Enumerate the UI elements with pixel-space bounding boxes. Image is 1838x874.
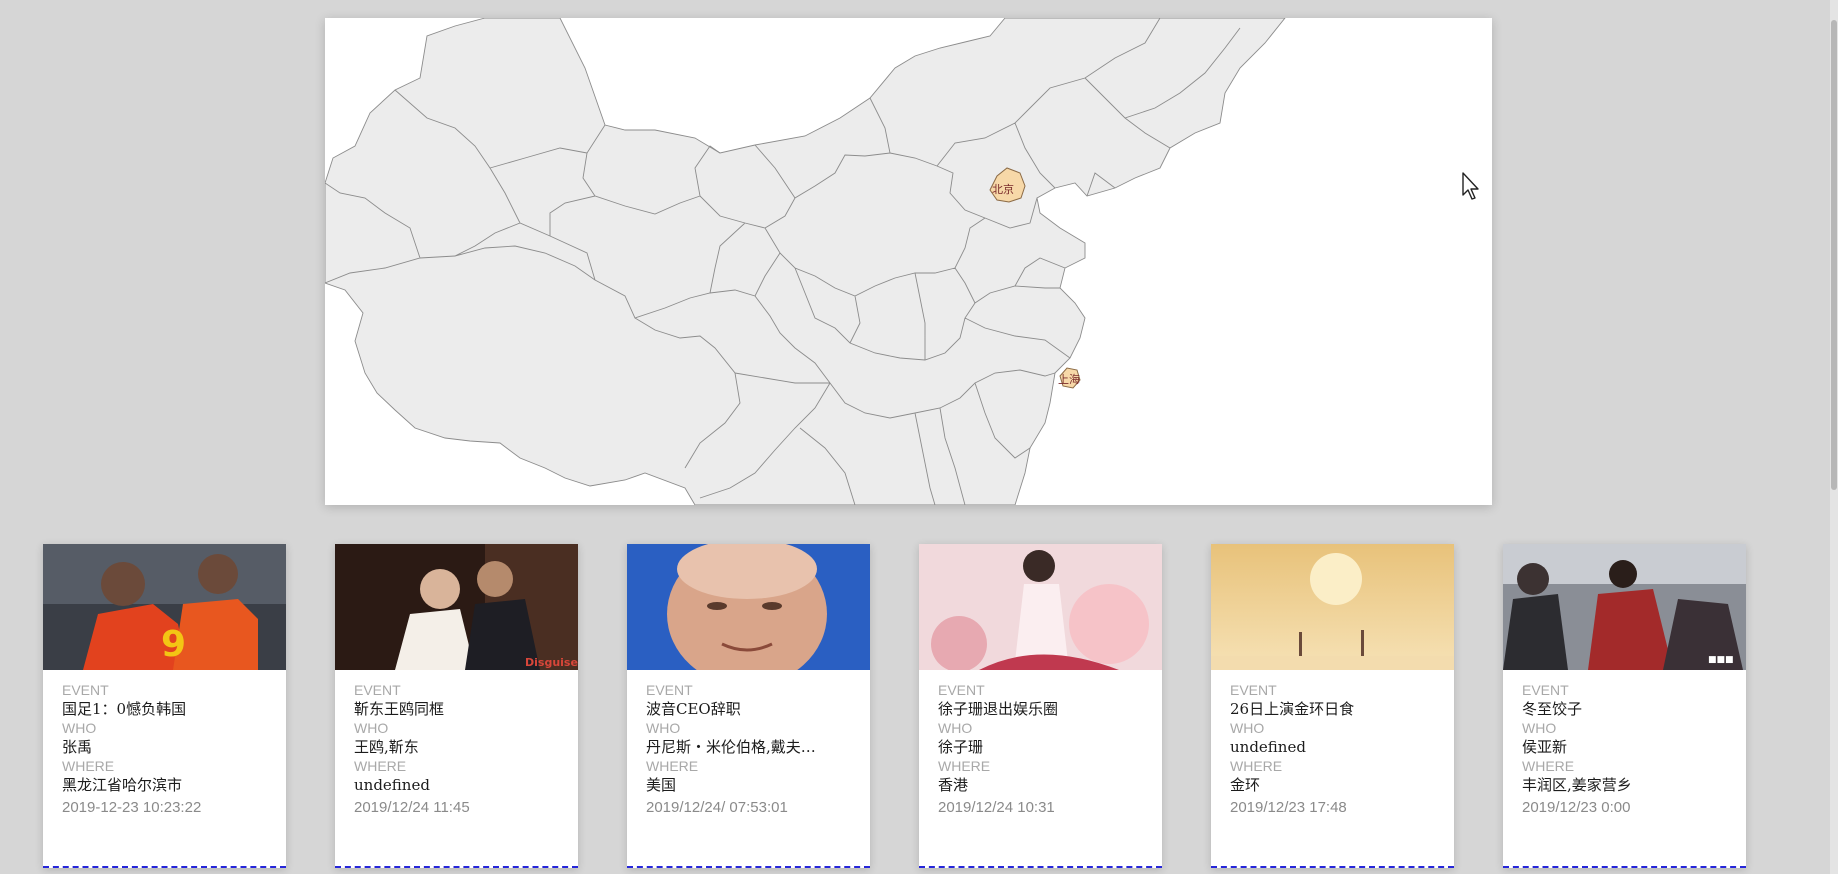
mouse-cursor-icon — [1462, 172, 1479, 200]
event-card[interactable]: 9 EVENT 国足1：0憾负韩国 WHO 张禹 WHERE 黑龙江省哈尔滨市 … — [43, 544, 286, 868]
where-label: WHERE — [354, 758, 407, 774]
card-image-woman — [919, 544, 1162, 670]
event-label: EVENT — [1230, 682, 1277, 698]
event-label: EVENT — [646, 682, 693, 698]
who-label: WHO — [62, 720, 97, 736]
who-value: 王鸥,靳东 — [354, 738, 419, 756]
who-label: WHO — [354, 720, 389, 736]
who-label: WHO — [938, 720, 973, 736]
shanghai-label: 上海 — [1058, 372, 1080, 386]
svg-text:Disguiser: Disguiser — [525, 656, 578, 669]
who-label: WHO — [1230, 720, 1265, 736]
where-value: 香港 — [938, 776, 969, 794]
china-map-svg: 北京 上海 — [325, 18, 1286, 505]
who-label: WHO — [1522, 720, 1557, 736]
svg-text:9: 9 — [161, 624, 186, 665]
event-label: EVENT — [1522, 682, 1569, 698]
event-title: 波音CEO辞职 — [646, 700, 741, 718]
event-label: EVENT — [62, 682, 109, 698]
beijing-label: 北京 — [992, 182, 1014, 196]
where-value: undefined — [354, 776, 430, 794]
event-card-list: 9 EVENT 国足1：0憾负韩国 WHO 张禹 WHERE 黑龙江省哈尔滨市 … — [0, 544, 1838, 874]
event-card[interactable]: EVENT 徐子珊退出娱乐圈 WHO 徐子珊 WHERE 香港 2019/12/… — [919, 544, 1162, 868]
who-value: 丹尼斯・米伦伯格,戴夫… — [646, 738, 816, 756]
who-value: 侯亚新 — [1522, 738, 1568, 756]
event-time: 2019/12/24 11:45 — [354, 799, 470, 816]
where-value: 黑龙江省哈尔滨市 — [62, 776, 183, 794]
event-title: 冬至饺子 — [1522, 700, 1583, 718]
event-time: 2019/12/24 10:31 — [938, 799, 1055, 816]
event-title: 徐子珊退出娱乐圈 — [938, 700, 1059, 718]
event-title: 国足1：0憾负韩国 — [62, 700, 187, 718]
event-title: 26日上演金环日食 — [1230, 700, 1355, 718]
where-value: 丰润区,姜家营乡 — [1522, 776, 1632, 794]
where-label: WHERE — [62, 758, 115, 774]
card-image-portrait — [627, 544, 870, 670]
event-title: 靳东王鸥同框 — [354, 700, 445, 718]
where-label: WHERE — [1522, 758, 1575, 774]
who-value: 张禹 — [62, 738, 93, 756]
event-card[interactable]: EVENT 26日上演金环日食 WHO undefined WHERE 金环 2… — [1211, 544, 1454, 868]
event-card[interactable]: EVENT 波音CEO辞职 WHO 丹尼斯・米伦伯格,戴夫… WHERE 美国 … — [627, 544, 870, 868]
where-label: WHERE — [646, 758, 699, 774]
where-label: WHERE — [1230, 758, 1283, 774]
china-map[interactable]: 北京 上海 — [325, 18, 1492, 505]
card-image-wedding: Disguiser — [335, 544, 578, 670]
event-label: EVENT — [938, 682, 985, 698]
where-value: 美国 — [646, 776, 677, 794]
card-image-footballers: 9 — [43, 544, 286, 670]
where-value: 金环 — [1230, 776, 1261, 794]
event-card[interactable]: Disguiser EVENT 靳东王鸥同框 WHO 王鸥,靳东 WHERE u… — [335, 544, 578, 868]
event-time: 2019/12/23 17:48 — [1230, 799, 1347, 816]
event-time: 2019/12/23 0:00 — [1522, 799, 1631, 816]
event-time: 2019-12-23 10:23:22 — [62, 799, 202, 816]
card-image-crowd: ■■■ — [1503, 544, 1746, 670]
who-label: WHO — [646, 720, 681, 736]
event-label: EVENT — [354, 682, 401, 698]
who-value: 徐子珊 — [938, 738, 984, 756]
scrollbar-thumb[interactable] — [1831, 20, 1837, 490]
svg-text:■■■: ■■■ — [1708, 655, 1734, 665]
where-label: WHERE — [938, 758, 991, 774]
card-image-sunset — [1211, 544, 1454, 670]
event-card[interactable]: ■■■ EVENT 冬至饺子 WHO 侯亚新 WHERE 丰润区,姜家营乡 20… — [1503, 544, 1746, 868]
event-time: 2019/12/24/ 07:53:01 — [646, 799, 788, 816]
who-value: undefined — [1230, 738, 1306, 756]
